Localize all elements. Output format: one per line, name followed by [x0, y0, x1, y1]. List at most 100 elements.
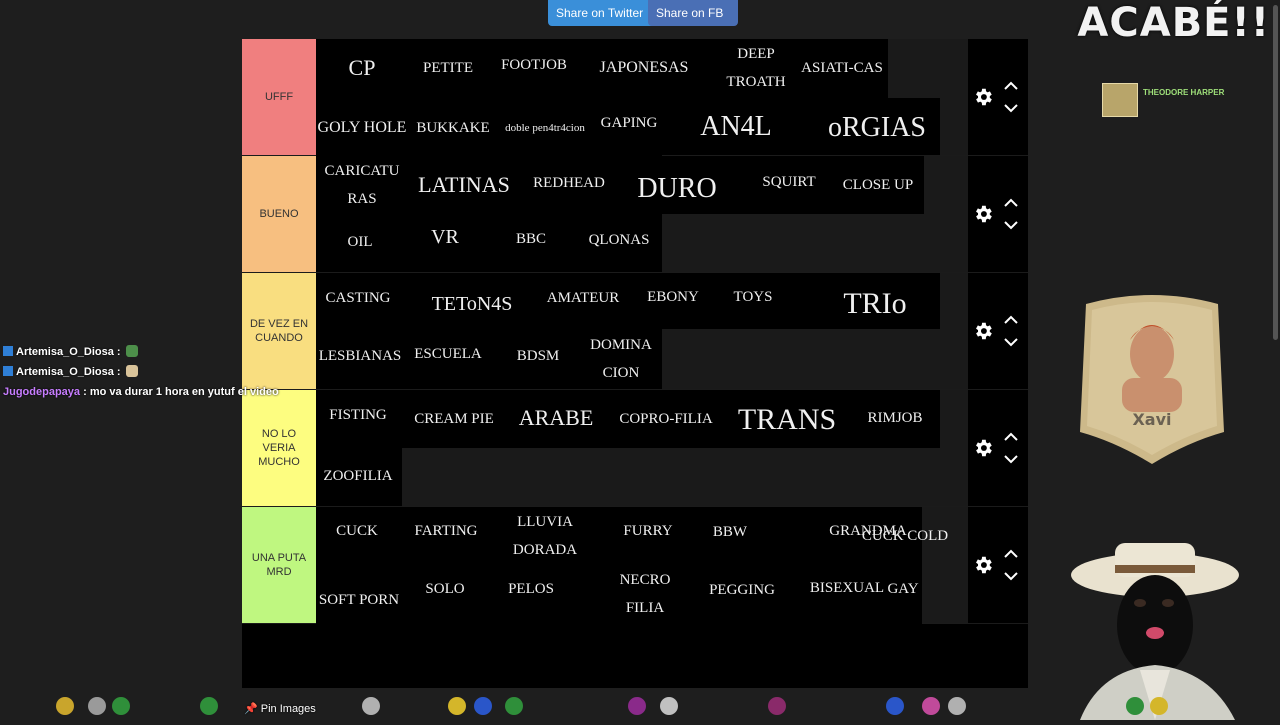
tier-item[interactable]: AMATEUR	[538, 273, 628, 323]
tier-item[interactable]: TOYS	[712, 273, 794, 321]
tier-item[interactable]: JAPONESAS	[578, 39, 710, 97]
pin-icon: 📌	[244, 703, 258, 715]
tier-item[interactable]: LLUVIA DORADA	[490, 507, 600, 565]
tier-list: UFFF CP PETITE FOOTJOB JAPONESAS DEEP TROATH A…	[242, 39, 1028, 688]
tier-item[interactable]: BDSM	[498, 329, 578, 383]
tier-item[interactable]: BUKKAKE	[404, 99, 502, 157]
tier-item[interactable]: SOLO	[402, 565, 488, 613]
chevron-down-icon[interactable]	[1004, 337, 1018, 347]
chat-username: Jugodepapaya	[3, 386, 81, 398]
tier-item[interactable]: GAY	[854, 565, 952, 613]
prime-badge-icon	[3, 346, 13, 356]
tier-item[interactable]: oRGIAS	[798, 99, 956, 157]
tier-controls	[968, 39, 1028, 155]
emote-icon	[474, 697, 492, 715]
tier-item[interactable]: FISTING	[316, 390, 400, 440]
stream-overlay-title: ACABÉ!!	[1077, 0, 1270, 46]
tier-items-area: CASTING TEToN4S AMATEUR EBONY TOYS TRIo LESBIA…	[316, 273, 968, 389]
tier-item[interactable]: GAPING	[582, 99, 676, 147]
tier-item[interactable]: DURO	[616, 156, 738, 222]
gear-icon[interactable]	[972, 203, 994, 225]
tier-item[interactable]: BBC	[488, 214, 574, 264]
chat-message: Artemisa_O_Diosa :	[3, 345, 138, 358]
emote-icon	[1126, 697, 1144, 715]
tier-item[interactable]: COPRO-FILIA	[602, 390, 730, 448]
emote-icon	[112, 697, 130, 715]
chevron-up-icon[interactable]	[1004, 432, 1018, 442]
tier-item[interactable]: CASTING	[316, 273, 400, 323]
chevron-down-icon[interactable]	[1004, 220, 1018, 230]
tier-item[interactable]: CREAM PIE	[404, 390, 504, 448]
tier-item[interactable]: SOFT PORN	[316, 565, 402, 635]
tier-item[interactable]: BBW	[686, 507, 774, 557]
chevron-down-icon[interactable]	[1004, 454, 1018, 464]
gear-icon[interactable]	[972, 554, 994, 576]
tier-items-area: CARICATU RAS LATINAS REDHEAD DURO SQUIRT CLOS…	[316, 156, 968, 272]
tier-item[interactable]: CUCK COLD	[854, 507, 956, 565]
gear-icon[interactable]	[972, 86, 994, 108]
page-scrollbar[interactable]	[1273, 5, 1278, 340]
tier-item[interactable]: PEGGING	[692, 565, 792, 615]
gear-icon[interactable]	[972, 437, 994, 459]
tier-item[interactable]: doble pen4tr4cion	[496, 99, 594, 157]
chevron-up-icon[interactable]	[1004, 198, 1018, 208]
share-fb-button[interactable]: Share on FB	[648, 0, 738, 26]
tier-item[interactable]: ZOOFILIA	[316, 448, 400, 504]
chevron-down-icon[interactable]	[1004, 103, 1018, 113]
tier-item[interactable]: REDHEAD	[524, 156, 614, 210]
webcam-feed	[1060, 535, 1280, 720]
tier-item[interactable]: TRANS	[718, 390, 856, 450]
chevron-up-icon[interactable]	[1004, 81, 1018, 91]
share-twitter-button[interactable]: Share on Twitter	[548, 0, 660, 26]
tier-item[interactable]: FURRY	[602, 507, 694, 555]
tier-item[interactable]: AN4L	[680, 99, 792, 155]
tier-label[interactable]: UFFF	[242, 39, 316, 155]
tier-row: UFFF CP PETITE FOOTJOB JAPONESAS DEEP TROATH A…	[242, 39, 1028, 215]
tier-item[interactable]: DOMINA CION	[576, 329, 666, 389]
tier-item[interactable]: PETITE	[404, 39, 492, 97]
emote-icon	[448, 697, 466, 715]
player-card: Xavi	[1078, 292, 1226, 464]
chat-text: mo va durar 1 hora en yutuf el video	[89, 386, 279, 398]
tier-label[interactable]: NO LO VERIA MUCHO	[242, 390, 316, 506]
tier-item[interactable]: ESCUELA	[404, 329, 492, 379]
tier-item[interactable]: OIL	[316, 214, 404, 270]
tier-item[interactable]: SQUIRT	[742, 156, 836, 208]
tier-item[interactable]: PELOS	[488, 565, 574, 613]
tier-item[interactable]: VR	[402, 214, 488, 260]
tier-controls	[968, 507, 1028, 623]
chevron-down-icon[interactable]	[1004, 571, 1018, 581]
tier-label[interactable]: DE VEZ EN CUANDO	[242, 273, 316, 389]
chevron-up-icon[interactable]	[1004, 315, 1018, 325]
tier-item[interactable]: FARTING	[402, 507, 490, 555]
tier-item[interactable]: TRIo	[800, 273, 950, 335]
pin-images-label[interactable]: 📌 Pin Images	[244, 702, 316, 715]
tier-item[interactable]: FOOTJOB	[488, 39, 580, 91]
tier-item[interactable]: EBONY	[630, 273, 716, 321]
emote-icon	[125, 345, 138, 357]
tier-item[interactable]: GOLY HOLE	[316, 99, 408, 157]
tier-item[interactable]: ARABE	[506, 390, 606, 446]
chevron-up-icon[interactable]	[1004, 549, 1018, 559]
tier-item[interactable]: ASIATI-CAS	[800, 39, 884, 97]
emote-icon	[56, 697, 74, 715]
tier-item[interactable]: QLONAS	[572, 214, 666, 266]
tier-item[interactable]: LESBIANAS	[316, 329, 404, 383]
tier-item[interactable]: LATINAS	[408, 156, 520, 214]
tier-label[interactable]: BUENO	[242, 156, 316, 272]
tier-item[interactable]: RIMJOB	[850, 390, 940, 446]
tier-item[interactable]: NECRO FILIA	[600, 565, 690, 623]
tier-item[interactable]: DEEP TROATH	[708, 39, 804, 97]
pin-images-text: Pin Images	[260, 703, 316, 715]
gear-icon[interactable]	[972, 320, 994, 342]
tier-item[interactable]: CARICATU RAS	[316, 156, 408, 214]
emote-icon	[922, 697, 940, 715]
tier-item[interactable]: CUCK	[316, 507, 398, 555]
tier-item[interactable]: CLOSE UP	[830, 156, 926, 214]
viewer-alert: THEODORE HARPER	[1102, 83, 1272, 118]
tier-label[interactable]: UNA PUTA MRD	[242, 507, 316, 623]
tier-item[interactable]: CP	[316, 39, 408, 97]
tier-item[interactable]: TEToN4S	[410, 273, 534, 335]
emote-icon	[505, 697, 523, 715]
chat-separator: :	[83, 386, 87, 398]
